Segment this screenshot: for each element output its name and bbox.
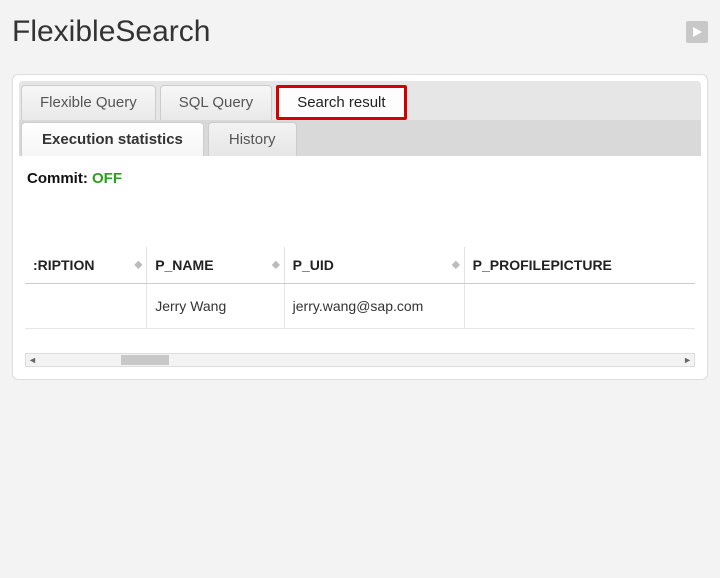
col-label: P_PROFILEPICTURE — [473, 257, 612, 273]
results-table: :RIPTION ◆ P_NAME ◆ P_UID ◆ P_PROFILEP — [25, 247, 695, 329]
commit-label: Commit: — [27, 170, 88, 187]
page-title: FlexibleSearch — [12, 15, 210, 49]
col-description[interactable]: :RIPTION ◆ — [25, 247, 147, 284]
col-label: P_UID — [293, 257, 334, 273]
secondary-tab-row: Execution statistics History — [19, 120, 701, 156]
sort-caret-icon: ◆ — [134, 260, 142, 271]
content-area: Commit: OFF :RIPTION ◆ P_NAME ◆ — [19, 156, 701, 367]
col-p-profilepicture[interactable]: P_PROFILEPICTURE ◆ — [464, 247, 695, 284]
scroll-left-icon[interactable]: ◄ — [28, 355, 37, 365]
commit-value: OFF — [92, 170, 122, 187]
results-header-row: :RIPTION ◆ P_NAME ◆ P_UID ◆ P_PROFILEP — [25, 247, 695, 284]
sort-caret-icon: ◆ — [452, 260, 460, 271]
commit-status: Commit: OFF — [25, 166, 695, 207]
cell-p-name: Jerry Wang — [147, 284, 284, 329]
scroll-track[interactable] — [41, 354, 679, 366]
scroll-right-icon[interactable]: ► — [683, 355, 692, 365]
tab-execution-statistics[interactable]: Execution statistics — [21, 122, 204, 156]
table-row[interactable]: Jerry Wang jerry.wang@sap.com — [25, 284, 695, 329]
run-query-icon[interactable] — [686, 21, 708, 43]
tab-flexible-query[interactable]: Flexible Query — [21, 85, 156, 120]
results-table-wrap: :RIPTION ◆ P_NAME ◆ P_UID ◆ P_PROFILEP — [25, 247, 695, 329]
tab-history[interactable]: History — [208, 122, 297, 156]
horizontal-scrollbar[interactable]: ◄ ► — [25, 353, 695, 367]
col-label: P_NAME — [155, 257, 213, 273]
col-p-name[interactable]: P_NAME ◆ — [147, 247, 284, 284]
col-label: :RIPTION — [33, 257, 94, 273]
cell-description — [25, 284, 147, 329]
scroll-thumb[interactable] — [121, 355, 169, 365]
primary-tab-row: Flexible Query SQL Query Search result — [19, 81, 701, 120]
col-p-uid[interactable]: P_UID ◆ — [284, 247, 464, 284]
cell-p-profilepicture — [464, 284, 695, 329]
sort-caret-icon: ◆ — [272, 260, 280, 271]
tab-search-result[interactable]: Search result — [276, 85, 406, 120]
tab-sql-query[interactable]: SQL Query — [160, 85, 272, 120]
main-panel: Flexible Query SQL Query Search result E… — [12, 74, 708, 380]
cell-p-uid: jerry.wang@sap.com — [284, 284, 464, 329]
